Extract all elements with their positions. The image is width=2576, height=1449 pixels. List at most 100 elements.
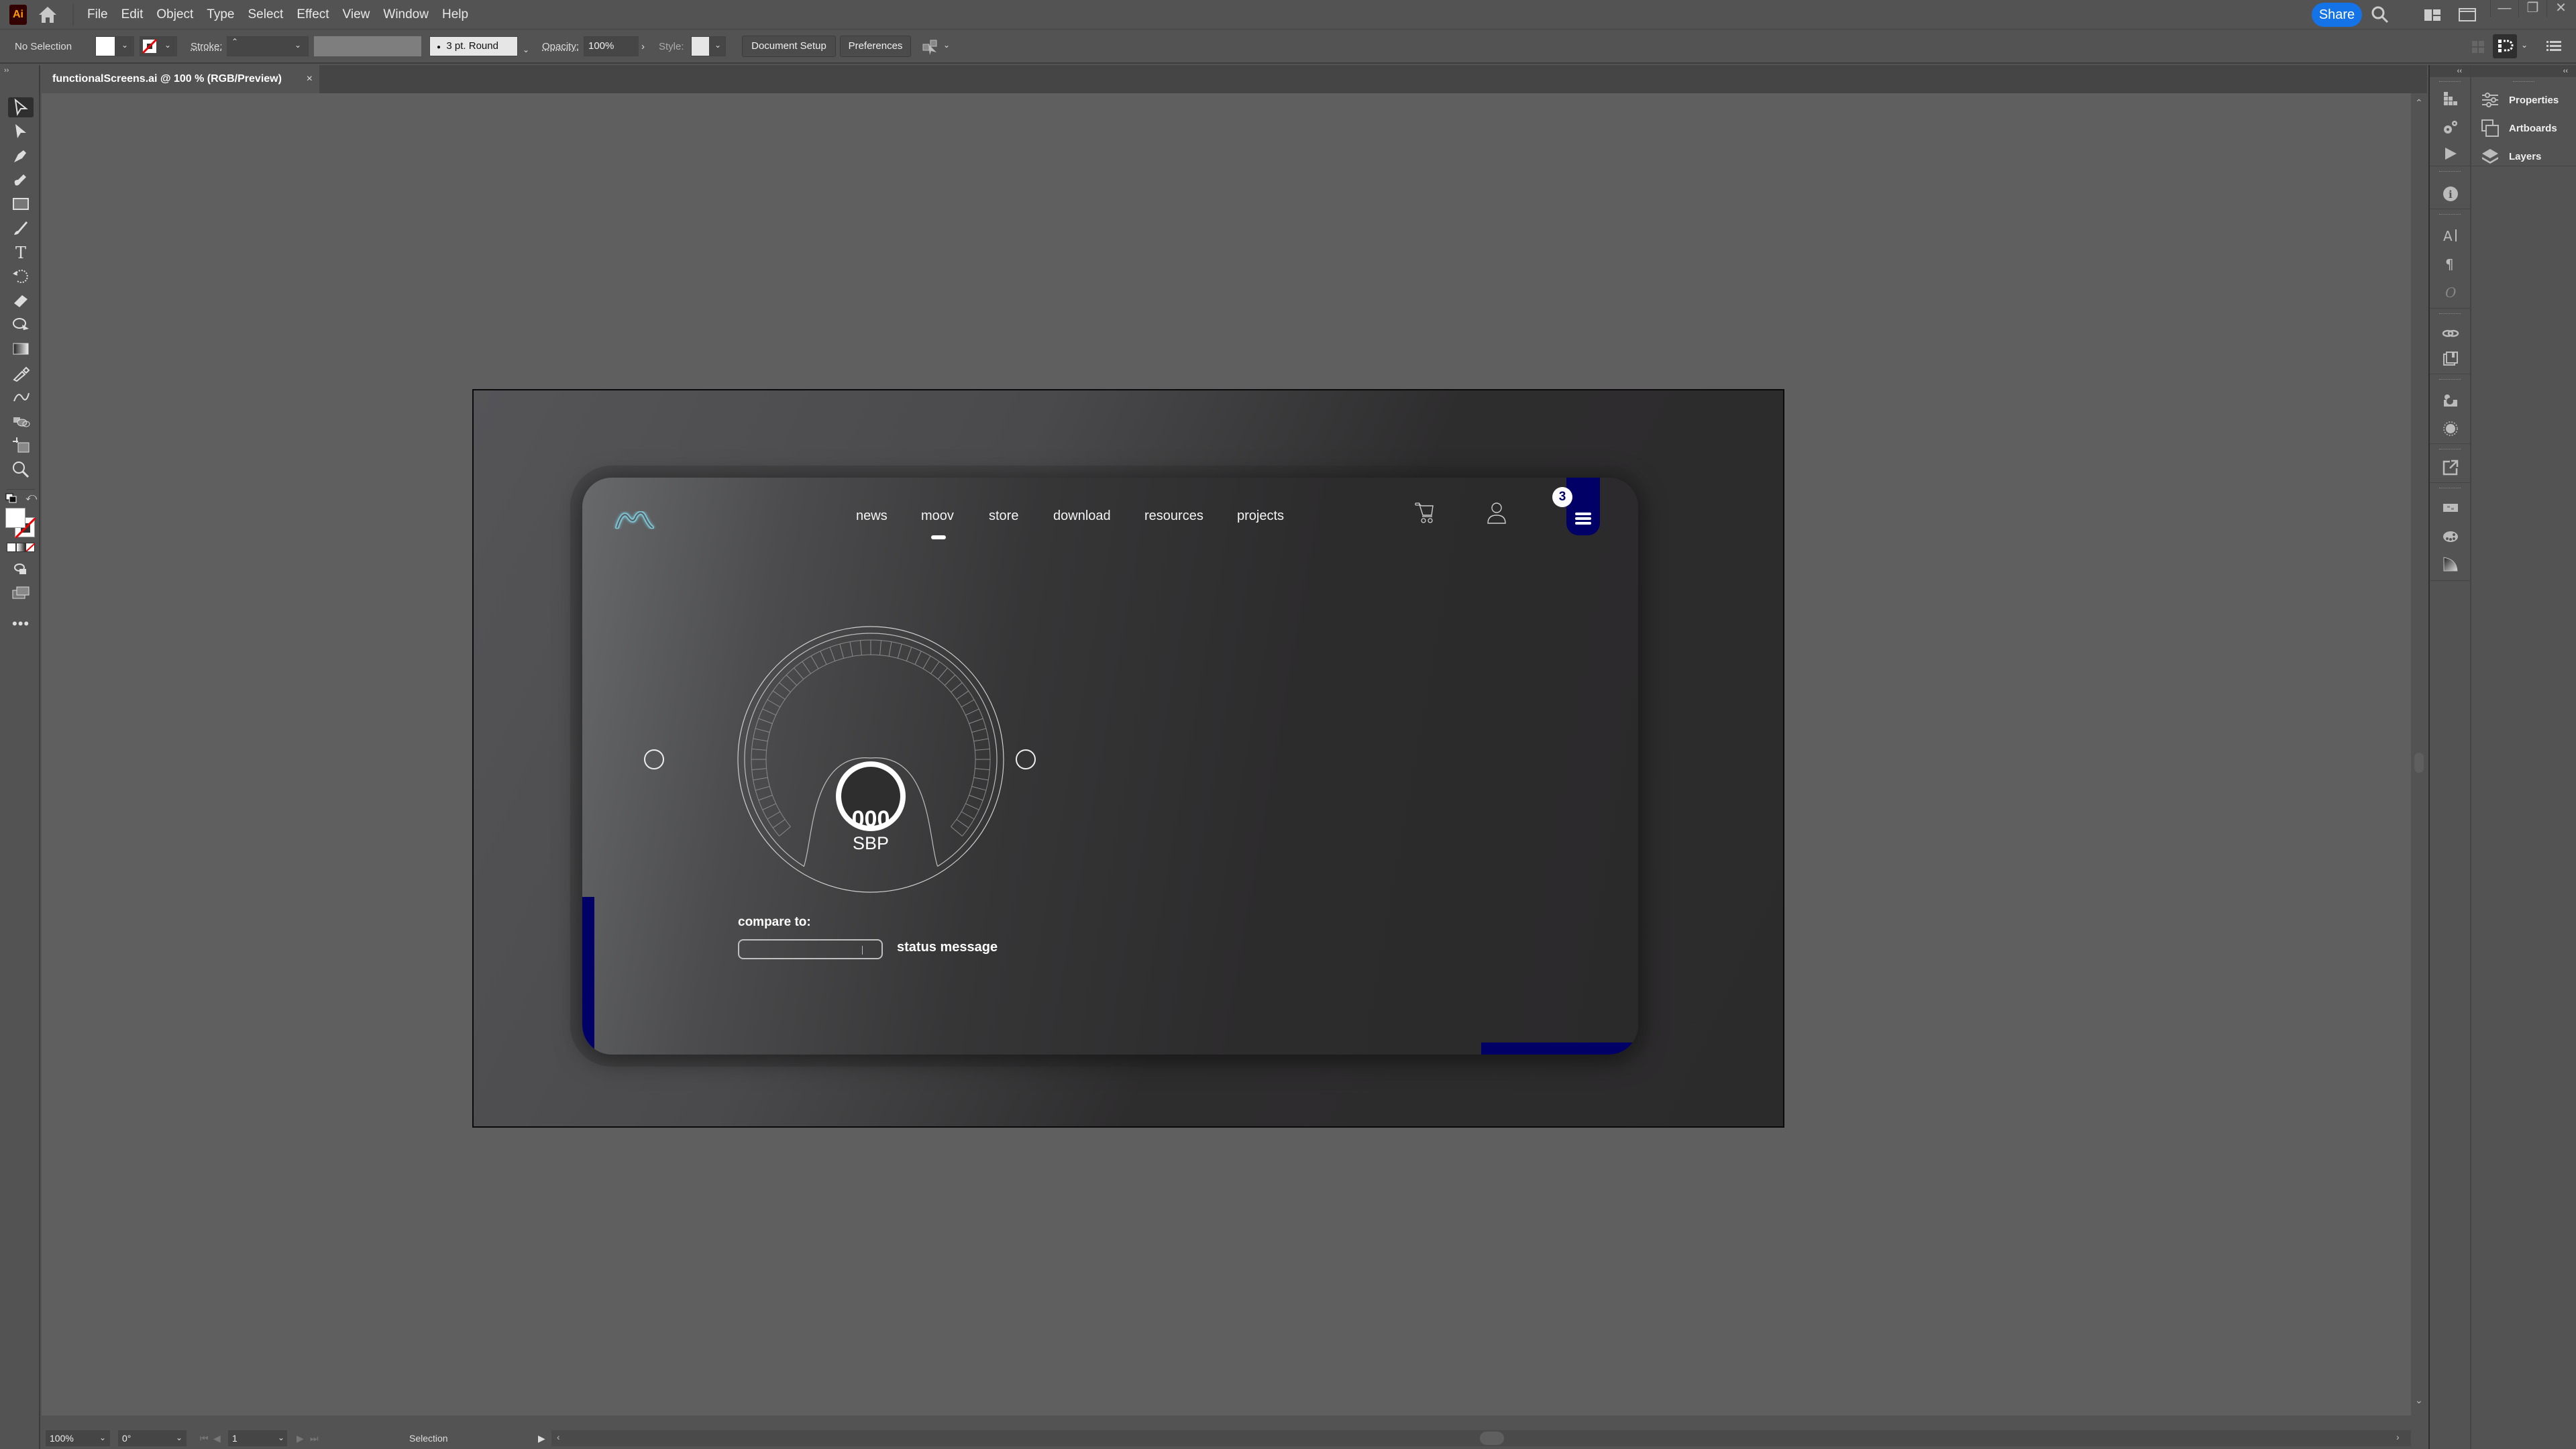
blend-tool[interactable] xyxy=(8,387,34,407)
restore-button[interactable]: ❐ xyxy=(2518,0,2546,17)
layers-panel-tab[interactable]: Layers xyxy=(2481,144,2541,168)
opacity-label[interactable]: Opacity: xyxy=(542,30,579,64)
opentype-icon[interactable]: O xyxy=(2441,282,2460,301)
edit-toolbar-icon[interactable]: ••• xyxy=(12,615,30,633)
play-action-icon[interactable] xyxy=(2441,144,2460,163)
arrange-documents-icon[interactable] xyxy=(2458,5,2477,24)
links-icon[interactable] xyxy=(2441,324,2460,343)
stroke-label[interactable]: Stroke: xyxy=(191,30,223,64)
share-button[interactable]: Share xyxy=(2312,3,2362,27)
nav-link-resources[interactable]: resources xyxy=(1144,508,1203,524)
first-artboard-icon[interactable]: ⏮ xyxy=(200,1430,209,1446)
paragraph-icon[interactable]: ¶ xyxy=(2441,254,2460,273)
actions-gear-icon[interactable] xyxy=(2441,117,2460,136)
libraries-icon[interactable] xyxy=(2441,350,2460,368)
home-icon[interactable] xyxy=(38,5,58,24)
preferences-button[interactable]: Preferences xyxy=(840,36,911,57)
horizontal-scrollbar[interactable]: ‹ › xyxy=(550,1430,2411,1446)
draw-mode-icon[interactable] xyxy=(8,559,34,579)
graphic-style-swatch[interactable]: ⌄ xyxy=(691,36,726,56)
canvas[interactable]: news moov store download resources proje… xyxy=(42,93,2427,1415)
artboard-dropdown-icon[interactable]: ⌄ xyxy=(278,1433,284,1442)
search-icon[interactable] xyxy=(2371,5,2390,24)
last-artboard-icon[interactable]: ⏭ xyxy=(310,1430,319,1446)
status-menu-arrow-icon[interactable]: ▶ xyxy=(538,1430,545,1446)
info-icon[interactable]: i xyxy=(2441,184,2460,203)
swap-fill-stroke-icon[interactable]: ⤺ xyxy=(25,492,37,504)
next-artboard-icon[interactable]: ▶ xyxy=(297,1430,304,1446)
fill-color-swatch[interactable] xyxy=(5,508,25,528)
paintbrush-tool[interactable] xyxy=(8,218,34,238)
artboard[interactable]: news moov store download resources proje… xyxy=(472,389,1784,1128)
workspace-switcher-icon[interactable] xyxy=(2423,5,2442,24)
user-account-icon[interactable] xyxy=(1487,502,1507,525)
menu-type[interactable]: Type xyxy=(207,7,234,22)
swatches-icon[interactable] xyxy=(2441,498,2460,517)
nav-link-store[interactable]: store xyxy=(989,508,1018,524)
eyedropper-tool[interactable] xyxy=(8,363,34,383)
variable-width-profile[interactable] xyxy=(314,36,421,56)
gradient-panel-icon[interactable] xyxy=(2441,555,2460,574)
artboards-panel-tab[interactable]: Artboards xyxy=(2481,116,2557,140)
eraser-tool[interactable] xyxy=(8,290,34,311)
fill-swatch[interactable]: ⌄ xyxy=(95,36,134,56)
snap-dropdown-icon[interactable]: ⌄ xyxy=(2521,40,2528,50)
nav-link-projects[interactable]: projects xyxy=(1237,508,1284,524)
panel-menu-icon[interactable] xyxy=(2546,40,2561,53)
gauge-left-handle[interactable] xyxy=(644,749,664,769)
document-tab[interactable]: functionalScreens.ai @ 100 % (RGB/Previe… xyxy=(42,65,319,93)
nav-link-news[interactable]: news xyxy=(856,508,888,524)
export-icon[interactable] xyxy=(2441,458,2460,477)
menu-view[interactable]: View xyxy=(343,7,370,22)
menu-help[interactable]: Help xyxy=(442,7,468,22)
collapse-panels-icon[interactable]: ‹‹ xyxy=(2471,65,2576,77)
zoom-dropdown-icon[interactable]: ⌄ xyxy=(99,1433,106,1442)
vertical-scroll-thumb[interactable] xyxy=(2414,753,2424,773)
nav-link-download[interactable]: download xyxy=(1053,508,1111,524)
previous-artboard-icon[interactable]: ◀ xyxy=(213,1430,221,1446)
color-mode-buttons[interactable] xyxy=(7,543,35,552)
close-tab-icon[interactable]: × xyxy=(307,65,313,93)
stroke-weight-field[interactable]: ⌃ ⌄ xyxy=(227,36,309,56)
stroke-swatch[interactable]: ⌄ xyxy=(140,36,177,56)
pen-tool[interactable] xyxy=(8,146,34,166)
zoom-tool[interactable] xyxy=(8,460,34,480)
brush-definition-field[interactable]: ● 3 pt. Round ⌄ xyxy=(429,36,529,56)
properties-panel-tab[interactable]: Properties xyxy=(2481,88,2559,112)
character-icon[interactable]: A xyxy=(2441,226,2460,245)
screen-mode-icon[interactable] xyxy=(8,583,34,603)
color-palette-icon[interactable] xyxy=(2441,527,2460,545)
document-setup-button[interactable]: Document Setup xyxy=(742,36,836,57)
menu-edit[interactable]: Edit xyxy=(121,7,144,22)
shape-builder-tool[interactable] xyxy=(8,315,34,335)
transparency-icon[interactable] xyxy=(2441,391,2460,410)
direct-selection-tool[interactable] xyxy=(8,121,34,142)
compare-input[interactable] xyxy=(738,939,883,959)
menu-select[interactable]: Select xyxy=(248,7,284,22)
hamburger-menu-tab[interactable] xyxy=(1566,478,1600,535)
rotation-dropdown-icon[interactable]: ⌄ xyxy=(176,1433,182,1442)
opacity-field[interactable]: 100% xyxy=(584,36,639,56)
horizontal-scroll-thumb[interactable] xyxy=(1480,1432,1504,1445)
default-fill-stroke-icon[interactable] xyxy=(5,493,17,503)
close-window-button[interactable]: ✕ xyxy=(2546,0,2575,17)
vertical-scrollbar[interactable]: ⌃ ⌄ xyxy=(2411,93,2427,1415)
menu-file[interactable]: File xyxy=(87,7,108,22)
asset-export-icon[interactable] xyxy=(2441,89,2460,108)
expand-toolbar-icon[interactable]: ›› xyxy=(4,66,9,74)
menu-effect[interactable]: Effect xyxy=(297,7,329,22)
gauge-right-handle[interactable] xyxy=(1016,749,1036,769)
curvature-tool[interactable] xyxy=(8,170,34,190)
collapse-dock-icon[interactable]: ‹‹ xyxy=(2430,65,2470,77)
cart-icon[interactable] xyxy=(1414,502,1437,525)
rectangle-tool[interactable] xyxy=(8,194,34,214)
artboard-tool[interactable] xyxy=(8,435,34,455)
snap-to-glyph-button[interactable] xyxy=(2493,34,2517,58)
select-similar-icon[interactable] xyxy=(922,39,939,55)
appearance-icon[interactable] xyxy=(2441,419,2460,438)
minimize-button[interactable]: — xyxy=(2490,0,2518,17)
menu-window[interactable]: Window xyxy=(383,7,429,22)
type-tool[interactable]: T xyxy=(8,242,34,262)
selection-tool[interactable] xyxy=(8,97,34,117)
rotate-tool[interactable] xyxy=(8,266,34,286)
